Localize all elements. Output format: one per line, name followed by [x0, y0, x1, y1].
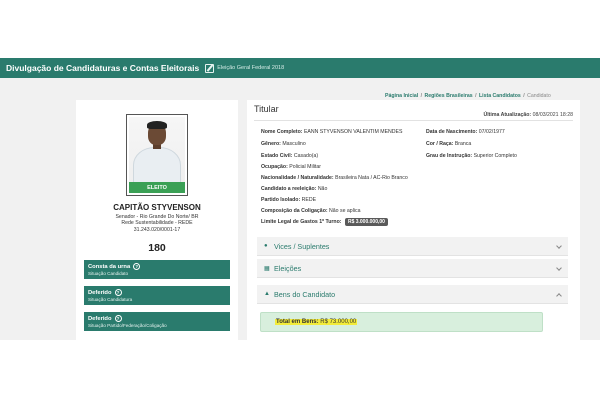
- field-race: Cor / Raça: Branca: [426, 141, 472, 147]
- candidate-photo-image: ELEITO: [129, 117, 185, 193]
- breadcrumb-home[interactable]: Página Inicial: [385, 93, 418, 99]
- spending-limit-badge: R$ 3.000.000,00: [344, 218, 388, 226]
- breadcrumb-current: Candidato: [527, 93, 551, 99]
- divider: [254, 120, 573, 121]
- total-assets-label: Total em Bens:: [276, 319, 319, 325]
- status-box-candidacy: Deferido? Situação Candidatura: [84, 286, 230, 305]
- site-header: Divulgação de Candidaturas e Contas Elei…: [0, 58, 600, 78]
- chevron-up-icon: [556, 293, 562, 299]
- status-box-candidate: Consta da urna? Situação Candidato: [84, 260, 230, 279]
- field-education: Grau de Instrução: Superior Completo: [426, 153, 517, 159]
- status-title: Deferido: [88, 315, 112, 322]
- candidate-photo: ELEITO: [126, 114, 188, 196]
- candidate-number: 180: [148, 242, 166, 254]
- field-civil-status: Estado Civil: Casado(a): [261, 153, 319, 159]
- field-gender: Gênero: Masculino: [261, 141, 306, 147]
- breadcrumb-regions[interactable]: Regiões Brasileiras: [424, 93, 472, 99]
- chevron-down-icon: [556, 243, 562, 249]
- titular-card: Titular Última Atualização: 08/03/2021 1…: [247, 100, 580, 340]
- last-update-label: Última Atualização:: [483, 112, 532, 118]
- field-party: Partido Isolado: REDE: [261, 197, 317, 203]
- page: Divulgação de Candidaturas e Contas Elei…: [0, 0, 600, 400]
- field-reelection: Candidato a reeleição: Não: [261, 186, 328, 192]
- election-name[interactable]: Eleição Geral Federal 2018: [217, 65, 284, 71]
- user-icon: ●: [264, 243, 268, 249]
- status-sub: Situação Partido/Federação/Coligação: [88, 323, 167, 328]
- accordion-elections[interactable]: ▦ Eleições: [257, 259, 568, 278]
- total-assets: Total em Bens: R$ 73.000,00: [260, 312, 543, 332]
- bottom-margin: [0, 340, 600, 400]
- status-title: Deferido: [88, 289, 112, 296]
- field-coalition: Composição da Coligação: Não se aplica: [261, 208, 361, 214]
- status-sub: Situação Candidatura: [88, 297, 133, 302]
- status-title: Consta da urna: [88, 263, 131, 270]
- candidate-cnpj: 31.243.020/0001-17: [133, 226, 181, 233]
- field-spending-limit: Limite Legal de Gastos 1º Turno: R$ 3.00…: [261, 218, 388, 226]
- accordion-vices-label: Vices / Suplentes: [274, 241, 330, 251]
- help-icon[interactable]: ?: [114, 315, 122, 322]
- help-icon[interactable]: ?: [133, 263, 141, 270]
- candidate-name: CAPITÃO STYVENSON: [113, 203, 201, 212]
- breadcrumb: Página Inicial / Regiões Brasileiras / L…: [385, 93, 551, 99]
- accordion-assets[interactable]: ▲ Bens do Candidato: [257, 285, 568, 304]
- chevron-down-icon: [556, 265, 562, 271]
- field-full-name: Nome Completo: EANN STYVENSON VALENTIM M…: [261, 129, 403, 135]
- site-title[interactable]: Divulgação de Candidaturas e Contas Elei…: [6, 63, 199, 73]
- last-update: Última Atualização: 08/03/2021 18:28: [483, 112, 573, 118]
- candidate-card: ELEITO CAPITÃO STYVENSON Senador - Rio G…: [76, 100, 238, 340]
- last-update-value: 08/03/2021 18:28: [532, 112, 573, 118]
- candidate-info: Senador - Rio Grande Do Norte/ BR Rede S…: [76, 214, 238, 233]
- titular-heading: Titular: [254, 104, 279, 114]
- status-sub: Situação Candidato: [88, 271, 129, 276]
- total-assets-value: R$ 73.000,00: [320, 319, 357, 325]
- field-nationality: Nacionalidade / Naturalidade: Brasileira…: [261, 175, 408, 181]
- accordion-vices[interactable]: ● Vices / Suplentes: [257, 237, 568, 256]
- help-icon[interactable]: ?: [114, 289, 122, 296]
- edit-icon: [205, 63, 215, 73]
- field-birth-date: Data de Nascimento: 07/02/1977: [426, 129, 505, 135]
- field-occupation: Ocupação: Policial Militar: [261, 164, 321, 170]
- top-margin: [0, 0, 600, 58]
- status-box-party: Deferido? Situação Partido/Federação/Col…: [84, 312, 230, 331]
- accordion-elections-label: Eleições: [274, 263, 302, 273]
- accordion-assets-label: Bens do Candidato: [274, 289, 336, 299]
- send-icon: ▲: [264, 291, 270, 297]
- elected-badge: ELEITO: [129, 182, 185, 193]
- chart-icon: ▦: [264, 265, 270, 272]
- breadcrumb-candidate-list[interactable]: Lista Candidatos: [479, 93, 521, 99]
